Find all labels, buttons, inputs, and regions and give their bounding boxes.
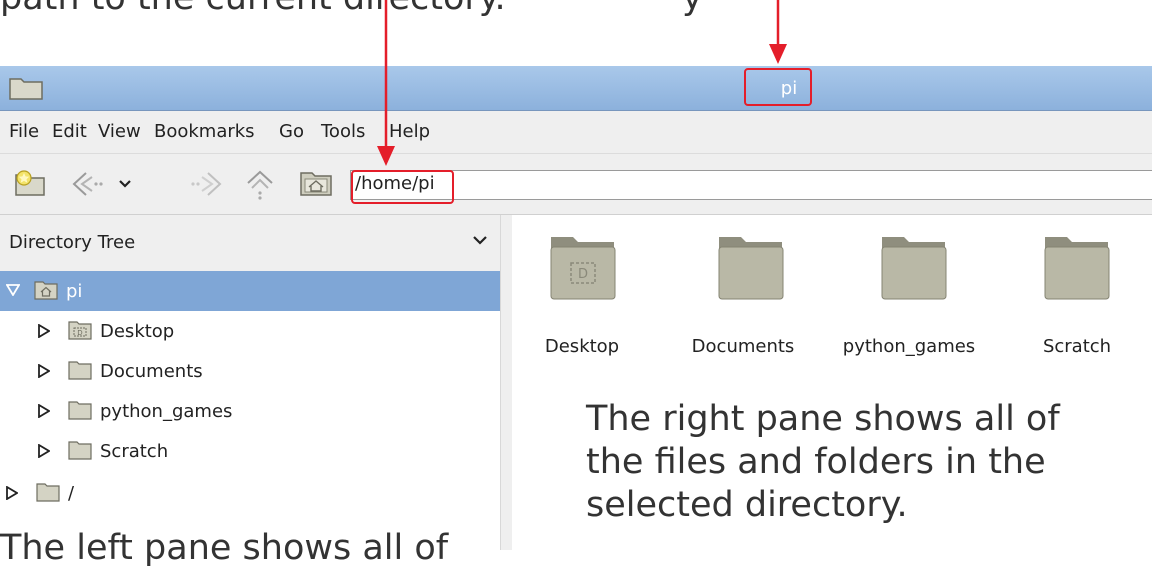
desktop-folder-icon: D <box>550 237 616 300</box>
file-item-python-games[interactable]: python_games <box>834 233 984 373</box>
up-button[interactable] <box>240 167 280 201</box>
tree-item-label: Desktop <box>100 321 175 342</box>
folder-icon <box>68 361 92 380</box>
chevron-down-icon <box>119 180 131 188</box>
home-button[interactable] <box>296 167 336 201</box>
folder-icon <box>68 401 92 420</box>
expanded-triangle-icon[interactable] <box>6 284 20 296</box>
menu-file[interactable]: File <box>9 121 39 142</box>
up-icon <box>247 170 273 200</box>
menu-bookmarks[interactable]: Bookmarks <box>154 121 255 142</box>
collapsed-triangle-icon[interactable] <box>38 404 50 418</box>
file-manager-app-icon <box>9 78 43 100</box>
directory-tree-title: Directory Tree <box>9 232 136 253</box>
file-item-name: python_games <box>842 336 976 357</box>
path-input[interactable] <box>355 173 1135 194</box>
menu-go[interactable]: Go <box>279 121 304 142</box>
tree-item-label: pi <box>66 281 83 302</box>
folder-icon <box>36 483 60 502</box>
folder-icon <box>718 237 784 300</box>
tree-item-documents[interactable]: Documents <box>0 351 500 391</box>
tree-item-python-games[interactable]: python_games <box>0 391 500 431</box>
tree-item-label: / <box>68 483 75 504</box>
caption-title-text: y <box>682 0 703 18</box>
folder-icon <box>881 237 947 300</box>
collapsed-triangle-icon[interactable] <box>38 444 50 458</box>
back-icon <box>72 172 103 196</box>
forward-icon <box>191 172 222 196</box>
title-highlight-box <box>744 68 812 106</box>
new-tab-icon <box>15 170 45 196</box>
collapsed-triangle-icon[interactable] <box>38 324 50 338</box>
tree-item-root[interactable]: / <box>0 473 500 513</box>
caption-right-pane: The right pane shows all of the files an… <box>586 398 1106 527</box>
file-item-name: Scratch <box>1042 336 1112 357</box>
tree-item-desktop[interactable]: D Desktop <box>0 311 500 351</box>
new-tab-button[interactable] <box>8 167 52 201</box>
folder-icon <box>1044 237 1110 300</box>
chevron-down-icon <box>473 236 487 245</box>
tree-item-label: Documents <box>100 361 203 382</box>
window-titlebar[interactable]: pi <box>0 66 1152 111</box>
collapsed-triangle-icon[interactable] <box>38 364 50 378</box>
forward-button[interactable] <box>184 167 228 201</box>
menubar: File Edit View Bookmarks Go Tools Help <box>0 111 1152 154</box>
caption-line: The right pane shows all of <box>586 399 1060 439</box>
directory-tree-pane: Directory Tree pi D Desktop Documents py… <box>0 215 500 550</box>
caption-line: the files and folders in the <box>586 442 1046 482</box>
menu-edit[interactable]: Edit <box>52 121 87 142</box>
file-item-desktop[interactable]: D Desktop <box>507 233 657 373</box>
title-arrow <box>769 0 787 64</box>
tree-item-label: Scratch <box>100 441 169 462</box>
path-arrow <box>377 0 395 166</box>
file-item-documents[interactable]: Documents <box>668 233 818 373</box>
tree-item-scratch[interactable]: Scratch <box>0 431 500 471</box>
folder-icon <box>68 441 92 460</box>
desktop-folder-icon: D <box>68 321 92 340</box>
caption-line: selected directory. <box>586 485 908 525</box>
caption-path-text: path to the current directory. <box>0 0 506 18</box>
directory-tree-header[interactable]: Directory Tree <box>0 215 500 271</box>
svg-text:D: D <box>578 267 588 282</box>
collapsed-triangle-icon[interactable] <box>6 486 18 500</box>
caption-left-pane: The left pane shows all of <box>0 528 449 568</box>
tree-item-pi[interactable]: pi <box>0 271 500 311</box>
file-item-name: Documents <box>691 336 795 357</box>
toolbar <box>0 154 1152 215</box>
home-icon <box>300 172 332 196</box>
home-folder-icon <box>34 281 58 300</box>
file-item-name: Desktop <box>544 336 620 357</box>
menu-tools[interactable]: Tools <box>321 121 365 142</box>
back-button[interactable] <box>66 167 110 201</box>
history-dropdown-button[interactable] <box>114 167 136 201</box>
tree-item-label: python_games <box>100 401 233 422</box>
menu-view[interactable]: View <box>98 121 141 142</box>
file-item-scratch[interactable]: Scratch <box>1002 233 1152 373</box>
path-bar[interactable] <box>350 170 1152 200</box>
path-highlight-box <box>351 170 454 204</box>
svg-text:D: D <box>77 329 82 337</box>
